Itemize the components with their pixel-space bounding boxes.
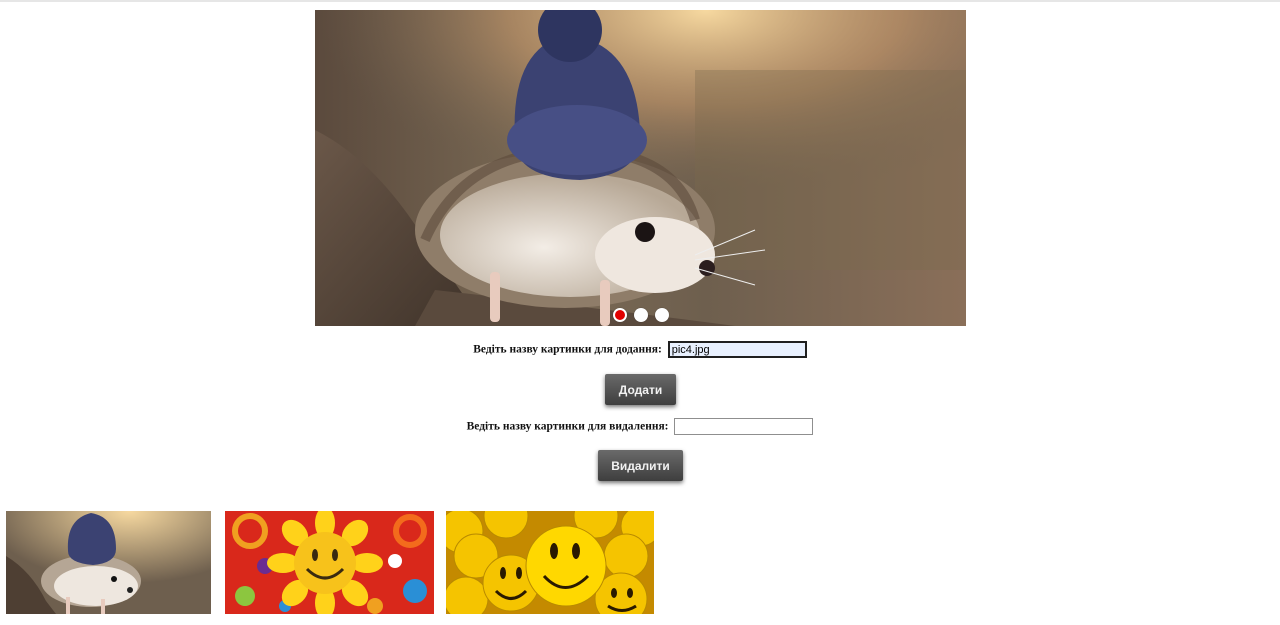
add-image-form: Ведіть назву картинки для додання: [0,341,1280,358]
slider-dots [315,308,966,322]
slider-dot-2[interactable] [633,308,648,322]
add-button[interactable]: Додати [605,374,676,405]
thumbnail-sunflower-smiley[interactable] [225,511,434,614]
delete-image-label: Ведіть назву картинки для видалення: [466,420,669,433]
slider-dot-3[interactable] [654,308,669,322]
add-image-label: Ведіть назву картинки для додання: [473,343,662,356]
slider-dot-1[interactable] [612,308,627,322]
top-divider [0,0,1280,2]
delete-image-input[interactable] [674,418,814,435]
delete-button[interactable]: Видалити [598,450,683,481]
thumbnail-smiley-balls[interactable] [446,511,654,614]
image-slider[interactable] [315,10,966,326]
thumbnail-hedgehog[interactable] [6,511,211,614]
add-image-input[interactable] [667,341,807,358]
delete-image-form: Ведіть назву картинки для видалення: [0,418,1280,435]
slide-hedgehog-image [315,10,966,326]
